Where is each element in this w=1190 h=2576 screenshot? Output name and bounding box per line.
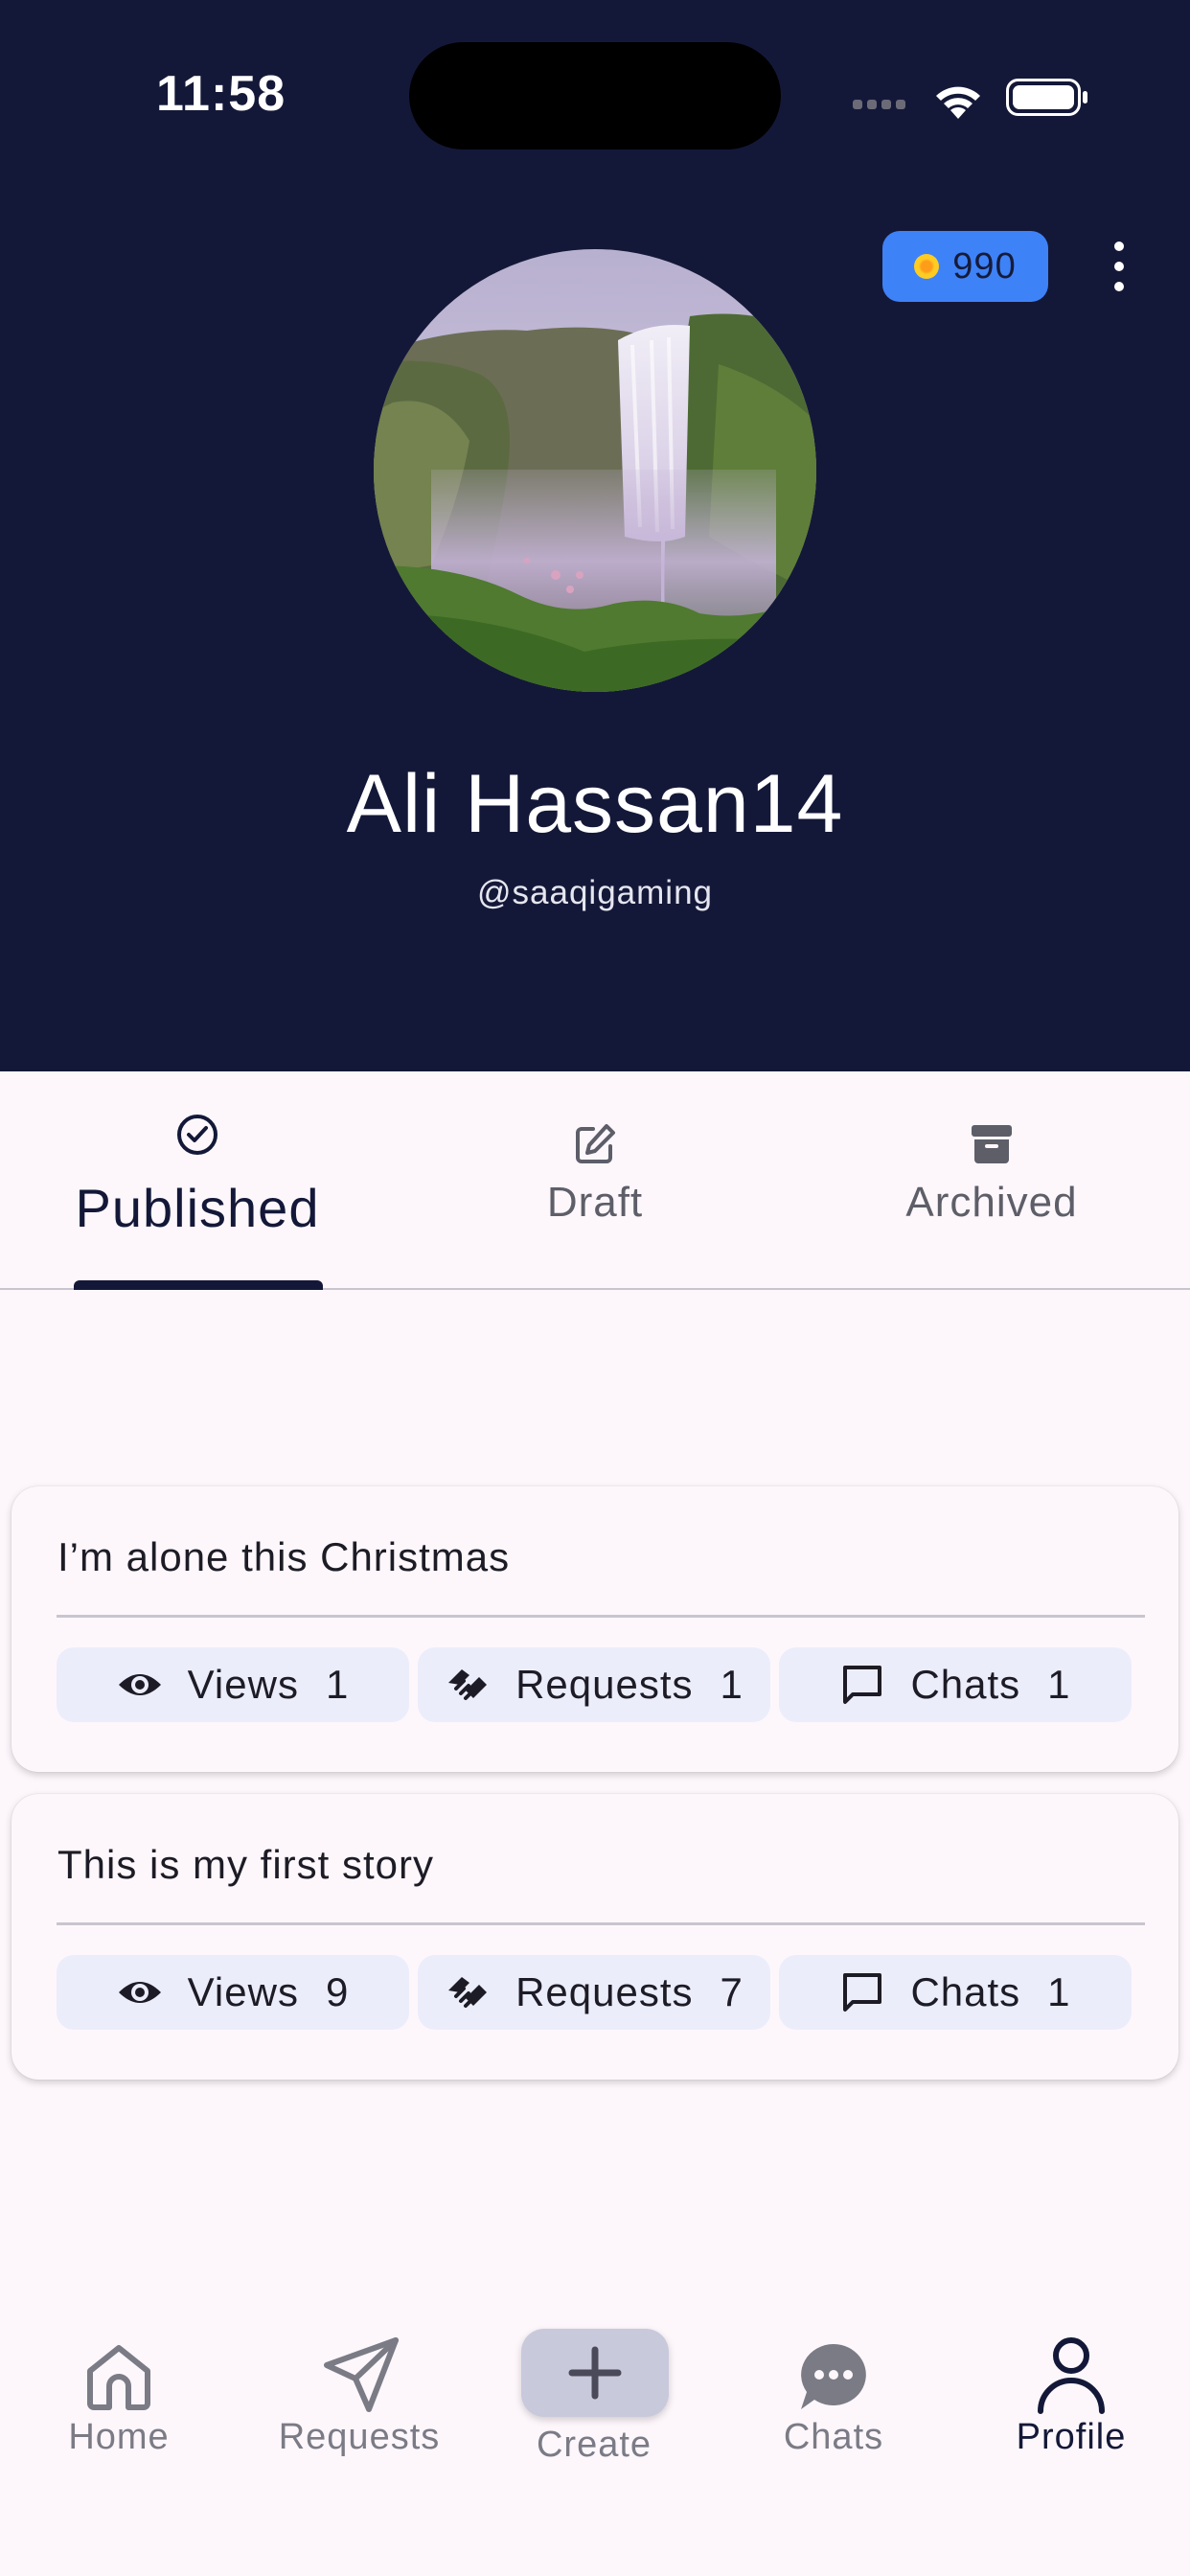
views-count: 9: [325, 1969, 350, 2014]
views-label: Views: [187, 1662, 299, 1707]
views-stat: Views 9: [57, 1955, 409, 2030]
profile-header: 11:58 990 Ali Hassan14 @saaqigaming: [0, 0, 1190, 1071]
chat-dots-icon: [801, 2344, 866, 2409]
tab-draft-label: Draft: [546, 1179, 644, 1226]
chats-stat: Chats 1: [779, 1647, 1132, 1722]
divider: [57, 1922, 1145, 1925]
chats-stat: Chats 1: [779, 1955, 1132, 2030]
cellular-signal-icon: [853, 100, 905, 109]
status-time: 11:58: [156, 66, 286, 122]
chats-count: 1: [1047, 1969, 1071, 2014]
nav-profile-label: Profile: [1016, 2417, 1127, 2457]
status-icons: [853, 79, 1087, 119]
eye-icon: [118, 1674, 161, 1695]
requests-count: 7: [720, 1969, 744, 2014]
archive-box-icon: [972, 1125, 1012, 1163]
tab-published[interactable]: Published: [38, 1071, 356, 1288]
battery-icon: [1006, 79, 1087, 116]
requests-count: 1: [720, 1662, 744, 1707]
chat-bubble-icon: [843, 1666, 882, 1704]
tab-selected-indicator: [74, 1280, 323, 1290]
profile-name: Ali Hassan14: [346, 758, 844, 850]
create-button[interactable]: [521, 2329, 669, 2417]
send-icon: [324, 2337, 399, 2412]
person-icon: [1038, 2337, 1105, 2414]
nav-chats-label: Chats: [783, 2417, 884, 2457]
coin-balance-badge[interactable]: 990: [882, 231, 1048, 302]
chat-bubble-icon: [843, 1973, 882, 2012]
nav-create[interactable]: Create: [498, 2300, 690, 2492]
nav-requests[interactable]: Requests: [259, 2300, 460, 2492]
tab-archived[interactable]: Archived: [862, 1071, 1121, 1288]
coin-balance-value: 990: [952, 245, 1017, 287]
nav-home[interactable]: Home: [38, 2300, 199, 2492]
waterfall-avatar-image: [374, 249, 816, 692]
story-tabs: Published Draft Archived: [0, 1071, 1190, 1290]
handshake-icon: [448, 1669, 488, 1700]
wifi-icon: [936, 86, 980, 119]
nav-profile[interactable]: Profile: [987, 2300, 1156, 2492]
story-title: I’m alone this Christmas: [57, 1534, 511, 1579]
coin-icon: [914, 254, 940, 279]
nav-chats[interactable]: Chats: [747, 2300, 920, 2492]
story-title: This is my first story: [57, 1842, 435, 1887]
avatar[interactable]: [374, 249, 816, 692]
requests-stat: Requests 1: [418, 1647, 770, 1722]
divider: [57, 1615, 1145, 1618]
profile-handle: @saaqigaming: [477, 874, 713, 911]
edit-icon: [576, 1124, 615, 1163]
story-card[interactable]: This is my first story Views 9 Requests …: [11, 1794, 1179, 2080]
views-stat: Views 1: [57, 1647, 409, 1722]
requests-stat: Requests 7: [418, 1955, 770, 2030]
bottom-navigation: Home Requests Create Chats Profile: [0, 2300, 1190, 2576]
home-icon: [87, 2345, 150, 2410]
nav-create-label: Create: [536, 2425, 652, 2465]
eye-icon: [118, 1982, 161, 2003]
story-card[interactable]: I’m alone this Christmas Views 1 Request…: [11, 1486, 1179, 1772]
plus-icon: [568, 2346, 622, 2400]
check-circle-icon: [177, 1115, 217, 1155]
chats-label: Chats: [910, 1662, 1021, 1707]
more-vertical-icon[interactable]: [1102, 242, 1136, 291]
views-count: 1: [325, 1662, 350, 1707]
tab-published-label: Published: [75, 1178, 320, 1238]
chats-label: Chats: [910, 1969, 1021, 2014]
handshake-icon: [448, 1977, 488, 2008]
requests-label: Requests: [515, 1969, 694, 2014]
nav-home-label: Home: [68, 2417, 170, 2457]
tab-archived-label: Archived: [905, 1179, 1078, 1226]
views-label: Views: [187, 1969, 299, 2014]
nav-requests-label: Requests: [278, 2417, 441, 2457]
dynamic-island: [409, 42, 781, 150]
tab-draft[interactable]: Draft: [498, 1071, 692, 1288]
chats-count: 1: [1047, 1662, 1071, 1707]
requests-label: Requests: [515, 1662, 694, 1707]
